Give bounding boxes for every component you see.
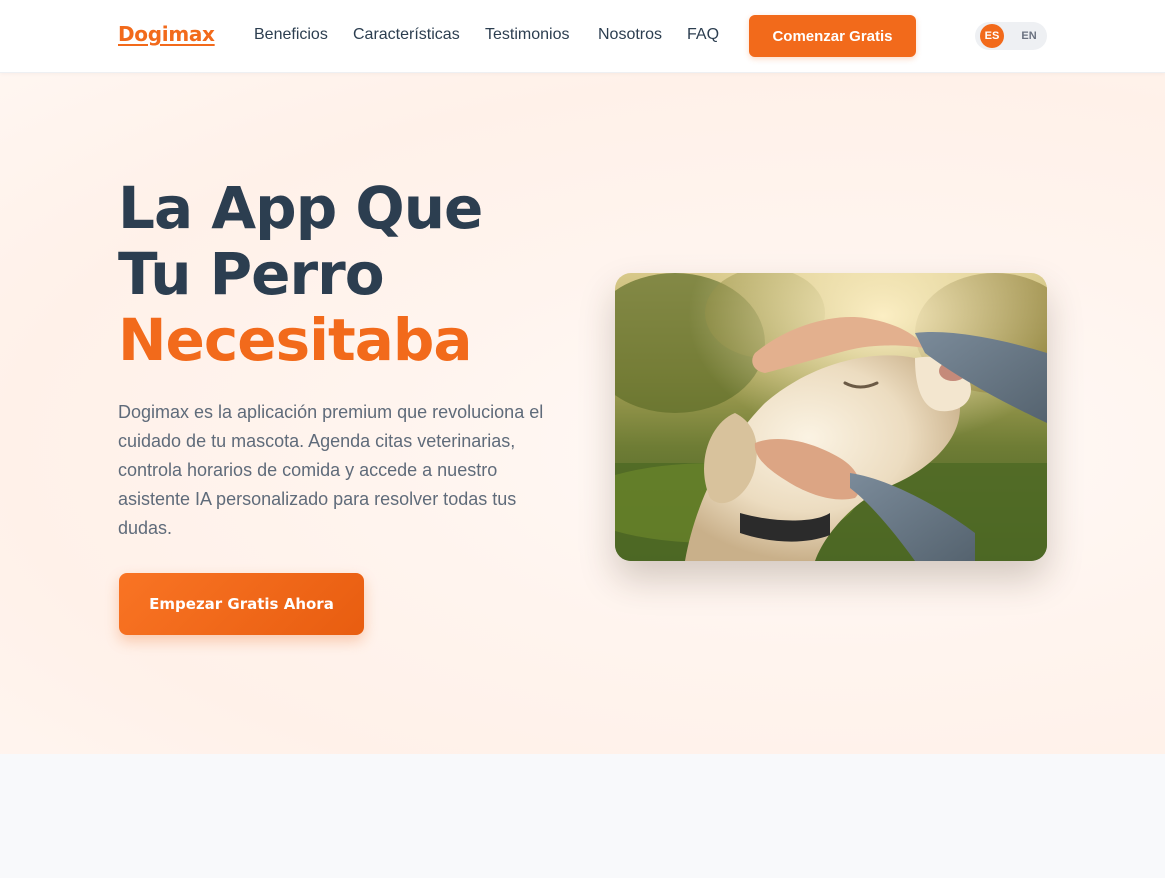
nav-testimonios[interactable]: Testimonios (485, 26, 569, 44)
nav-faq[interactable]: FAQ (687, 26, 719, 44)
nav-nosotros[interactable]: Nosotros (598, 26, 662, 44)
empezar-gratis-button[interactable]: Empezar Gratis Ahora (119, 573, 364, 635)
hero-description: Dogimax es la aplicación premium que rev… (118, 402, 544, 538)
logo-link[interactable]: Dogimax (118, 22, 215, 46)
lang-en-option[interactable]: EN (1017, 24, 1041, 48)
comenzar-gratis-button[interactable]: Comenzar Gratis (749, 15, 916, 57)
dog-photo-icon (615, 273, 1047, 561)
hero-section: La App Que Tu Perro Necesitaba Dogimax e… (0, 73, 1165, 754)
next-section (0, 754, 1165, 878)
nav-caracteristicas[interactable]: Características (353, 26, 460, 44)
hero-title-accent: Necesitaba (118, 306, 473, 374)
hero-title-line-2: Tu Perro (118, 240, 385, 308)
site-header: Dogimax Beneficios Características Testi… (0, 0, 1165, 73)
hero-title: La App Que Tu Perro Necesitaba (118, 175, 578, 373)
hero-title-line-1: La App Que (118, 174, 483, 242)
lang-es-option[interactable]: ES (980, 24, 1004, 48)
language-toggle[interactable]: ES EN (975, 22, 1047, 50)
nav-beneficios[interactable]: Beneficios (254, 26, 328, 44)
